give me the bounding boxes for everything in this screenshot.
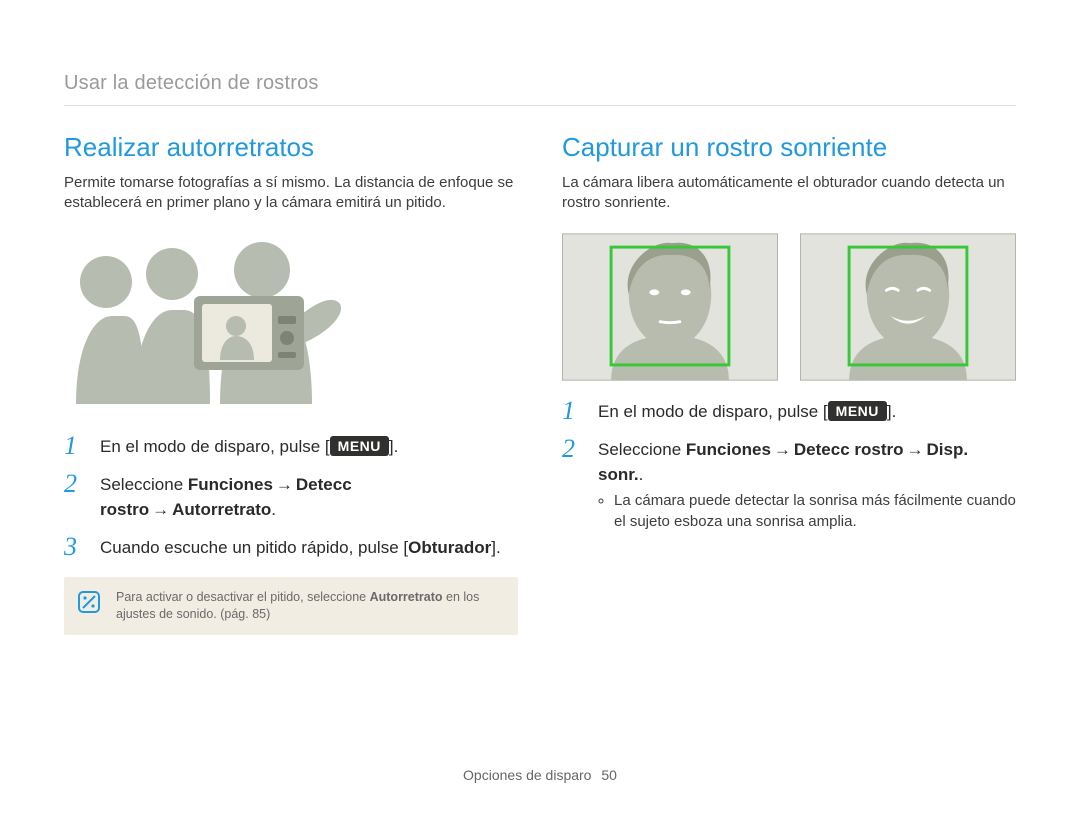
step-bullets: La cámara puede detectar la sonrisa más … bbox=[598, 491, 1016, 532]
step-text-bold: Funciones bbox=[686, 440, 771, 459]
step-number: 2 bbox=[562, 436, 584, 462]
step-text: Seleccione bbox=[100, 475, 188, 494]
step-text: Seleccione bbox=[598, 440, 686, 459]
divider bbox=[64, 105, 1016, 106]
arrow-icon: → bbox=[774, 440, 791, 459]
step-text: ]. bbox=[389, 437, 398, 456]
step-number: 1 bbox=[64, 433, 86, 459]
left-column: Realizar autorretratos Permite tomarse f… bbox=[64, 132, 518, 635]
content-columns: Realizar autorretratos Permite tomarse f… bbox=[64, 132, 1016, 635]
arrow-icon: → bbox=[276, 475, 293, 494]
lead-left: Permite tomarse fotografías a sí mismo. … bbox=[64, 173, 518, 214]
step-number: 3 bbox=[64, 534, 86, 560]
step-3-left: 3 Cuando escuche un pitido rápido, pulse… bbox=[64, 536, 518, 561]
menu-icon: MENU bbox=[828, 401, 887, 422]
step-text: En el modo de disparo, pulse [ bbox=[100, 437, 330, 456]
note-text: Para activar o desactivar el pitido, sel… bbox=[116, 590, 370, 604]
right-column: Capturar un rostro sonriente La cámara l… bbox=[562, 132, 1016, 635]
step-number: 1 bbox=[562, 398, 584, 424]
step-2-left: 2 Seleccione Funciones→Detecc rostro→Aut… bbox=[64, 473, 518, 522]
steps-left: 1 En el modo de disparo, pulse [MENU]. 2… bbox=[64, 435, 518, 562]
step-text-bold: Obturador bbox=[408, 538, 491, 557]
menu-icon: MENU bbox=[330, 436, 389, 457]
step-text: ]. bbox=[887, 402, 896, 421]
section-title-left: Realizar autorretratos bbox=[64, 132, 518, 163]
step-text: ]. bbox=[491, 538, 500, 557]
note-icon bbox=[78, 591, 100, 613]
face-examples bbox=[562, 232, 1016, 382]
footer-label: Opciones de disparo bbox=[463, 767, 591, 783]
step-text: . bbox=[639, 465, 644, 484]
arrow-icon: → bbox=[907, 440, 924, 459]
selfie-illustration bbox=[64, 236, 354, 406]
step-text-bold: Autorretrato bbox=[172, 500, 271, 519]
face-smiling-illustration bbox=[800, 232, 1016, 382]
note-box: Para activar o desactivar el pitido, sel… bbox=[64, 577, 518, 635]
steps-right: 1 En el modo de disparo, pulse [MENU]. 2… bbox=[562, 400, 1016, 532]
step-text: Cuando escuche un pitido rápido, pulse [ bbox=[100, 538, 408, 557]
step-text-bold: Funciones bbox=[188, 475, 273, 494]
step-text: En el modo de disparo, pulse [ bbox=[598, 402, 828, 421]
step-text-bold: Detecc rostro bbox=[794, 440, 904, 459]
arrow-icon: → bbox=[152, 500, 169, 519]
bullet-item: La cámara puede detectar la sonrisa más … bbox=[614, 491, 1016, 532]
step-1-left: 1 En el modo de disparo, pulse [MENU]. bbox=[64, 435, 518, 460]
step-2-right: 2 Seleccione Funciones→Detecc rostro→Dis… bbox=[562, 438, 1016, 532]
page-footer: Opciones de disparo 50 bbox=[0, 767, 1080, 783]
note-text-bold: Autorretrato bbox=[370, 590, 443, 604]
page: Usar la detección de rostros Realizar au… bbox=[0, 0, 1080, 815]
lead-right: La cámara libera automáticamente el obtu… bbox=[562, 173, 1016, 214]
face-neutral-illustration bbox=[562, 232, 778, 382]
step-1-right: 1 En el modo de disparo, pulse [MENU]. bbox=[562, 400, 1016, 425]
page-number: 50 bbox=[601, 767, 617, 783]
step-number: 2 bbox=[64, 471, 86, 497]
section-title-right: Capturar un rostro sonriente bbox=[562, 132, 1016, 163]
breadcrumb: Usar la detección de rostros bbox=[64, 72, 1016, 95]
